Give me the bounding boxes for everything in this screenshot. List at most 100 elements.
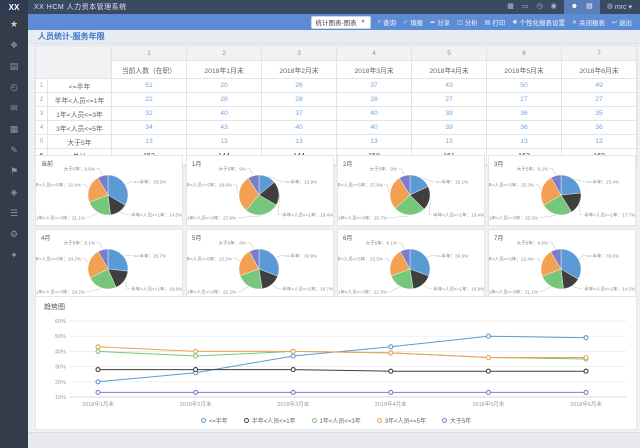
pie-card-title: 2月 <box>343 159 352 168</box>
exit-button[interactable]: ↩退出 <box>612 17 632 27</box>
sidebar-org-icon[interactable]: ❖ <box>0 35 28 56</box>
sidebar-report-icon[interactable]: ◈ <box>0 182 28 203</box>
user-icon[interactable]: ☻ <box>567 0 582 14</box>
data-point[interactable] <box>389 345 393 349</box>
legend-item-1[interactable]: <=半年 <box>201 416 228 425</box>
pie-label: 3年<人员<=5年：29.9% <box>187 182 232 189</box>
table-cell: 37 <box>337 79 412 93</box>
pie-label: <=半年：33.6% <box>134 179 166 186</box>
sidebar-mail-icon[interactable]: ✉ <box>0 98 28 119</box>
table-cell: 34 <box>112 121 187 135</box>
legend-item-5[interactable]: 大于5年 <box>442 416 471 425</box>
help-icon[interactable]: ◉ <box>547 0 561 14</box>
data-point[interactable] <box>486 390 490 394</box>
globe-icon: ◍ <box>607 0 613 14</box>
close-report-button-label: 关闭报表 <box>579 17 605 27</box>
column-index: 2 <box>187 46 262 61</box>
sidebar-grid-icon[interactable]: ▦ <box>0 119 28 140</box>
column-index: 6 <box>487 46 562 61</box>
pie-label-line <box>423 285 432 288</box>
table-row: 31年<人员<=3年32403740393635 <box>36 107 637 121</box>
data-point[interactable] <box>96 345 100 349</box>
sidebar-clock-icon[interactable]: ◴ <box>0 77 28 98</box>
navbar-active-chip[interactable]: ☻▤ <box>564 0 600 14</box>
dashboard-icon[interactable]: ▤ <box>582 0 597 14</box>
sidebar-flag-icon[interactable]: ⚑ <box>0 161 28 182</box>
sidebar-menu-icon[interactable]: ☰ <box>0 203 28 224</box>
data-point[interactable] <box>194 354 198 358</box>
close-report-button[interactable]: ✕关闭报表 <box>572 17 605 27</box>
personalize-button[interactable]: ✱个性化报表设置 <box>512 17 565 27</box>
pie-label: 3年<人员<=5年：22.2% <box>187 256 232 263</box>
data-point[interactable] <box>96 349 100 353</box>
fill-button[interactable]: ✓填报 <box>403 17 423 27</box>
sidebar-gear-icon[interactable]: ⚙ <box>0 224 28 245</box>
pie-label-line <box>384 185 389 193</box>
row-label: 1年<人员<=3年 <box>48 107 112 121</box>
share-button[interactable]: ➦分享 <box>430 17 450 27</box>
data-point[interactable] <box>584 336 588 340</box>
data-point[interactable] <box>486 334 490 338</box>
legend-item-4[interactable]: 3年<人员<=5年 <box>377 416 426 425</box>
data-point[interactable] <box>194 368 198 372</box>
data-point[interactable] <box>584 369 588 373</box>
data-point[interactable] <box>291 354 295 358</box>
column-header: 2018年2月末 <box>262 61 337 79</box>
legend-label: 大于5年 <box>450 416 471 425</box>
pie-label: 大于5年：8% <box>218 240 246 247</box>
pie-label-line <box>233 185 238 194</box>
exit-button-label: 退出 <box>619 17 632 27</box>
pie-label-line <box>398 243 405 249</box>
search-button[interactable]: ⌕查询 <box>378 17 396 27</box>
app-logo: XX <box>0 0 28 14</box>
legend-label: 半年<人员<=1年 <box>252 416 296 425</box>
data-point[interactable] <box>291 390 295 394</box>
data-point[interactable] <box>486 356 490 360</box>
pie-label-line <box>124 255 133 256</box>
legend-marker <box>312 418 317 423</box>
pie-cards-row-1: 当前<=半年：33.6%半年<人员<=1年：14.5%1年<人员<=3年：21.… <box>35 155 637 226</box>
pie-chart: <=半年：33.6%半年<人员<=1年：14.5%1年<人员<=3年：21.1%… <box>489 230 637 301</box>
legend-marker <box>201 418 206 423</box>
sidebar-star-icon[interactable]: ✦ <box>0 245 28 266</box>
sidebar-edit-icon[interactable]: ✎ <box>0 140 28 161</box>
data-point[interactable] <box>96 368 100 372</box>
print-button[interactable]: ▤打印 <box>485 17 506 27</box>
data-point[interactable] <box>389 351 393 355</box>
user-menu[interactable]: ◍ mrc ▾ <box>603 0 640 14</box>
legend-label: <=半年 <box>209 416 228 425</box>
pie-chart: <=半年：26.7%半年<人员<=1年：16.8%1年<人员<=3年：24.2%… <box>36 230 184 301</box>
data-point[interactable] <box>96 380 100 384</box>
history-icon[interactable]: ◷ <box>532 0 546 14</box>
data-point[interactable] <box>194 349 198 353</box>
pie-label-line <box>233 259 239 262</box>
data-point[interactable] <box>389 390 393 394</box>
data-point[interactable] <box>96 390 100 394</box>
apps-icon[interactable]: ▦ <box>503 0 518 14</box>
row-index: 1 <box>36 79 48 93</box>
pie-card-1月: 1月<=半年：13.9%半年<人员<=1年：19.4%1年<人员<=3年：27.… <box>186 155 334 226</box>
table-cell: 40 <box>337 121 412 135</box>
legend-item-2[interactable]: 半年<人员<=1年 <box>244 416 296 425</box>
analyze-button[interactable]: ◫分析 <box>457 17 478 27</box>
sidebar-favorites-icon[interactable]: ★ <box>0 14 28 35</box>
data-point[interactable] <box>389 369 393 373</box>
x-axis-tick: 2018年1月末 <box>82 400 114 408</box>
data-point[interactable] <box>584 356 588 360</box>
pie-label: 1年<人员<=3年：22.2% <box>187 289 236 296</box>
message-icon[interactable]: ▭ <box>518 0 533 14</box>
sidebar-list-icon[interactable]: ▤ <box>0 56 28 77</box>
data-point[interactable] <box>291 368 295 372</box>
data-point[interactable] <box>584 390 588 394</box>
data-point[interactable] <box>486 369 490 373</box>
pie-card-title: 4月 <box>41 233 50 242</box>
pie-label-line <box>96 243 103 249</box>
search-button-label: 查询 <box>383 17 396 27</box>
data-point[interactable] <box>194 390 198 394</box>
report-type-select[interactable]: 统计图表-图表 ▼ <box>311 16 371 29</box>
legend-item-3[interactable]: 1年<人员<=3年 <box>312 416 361 425</box>
data-point[interactable] <box>291 349 295 353</box>
navbar-icon-group: ▦▭◷◉ <box>503 0 560 14</box>
pie-chart: <=半年：30.9%半年<人员<=1年：16.7%1年<人员<=3年：22.2%… <box>187 230 335 301</box>
pie-label: <=半年：26.7% <box>134 253 166 260</box>
